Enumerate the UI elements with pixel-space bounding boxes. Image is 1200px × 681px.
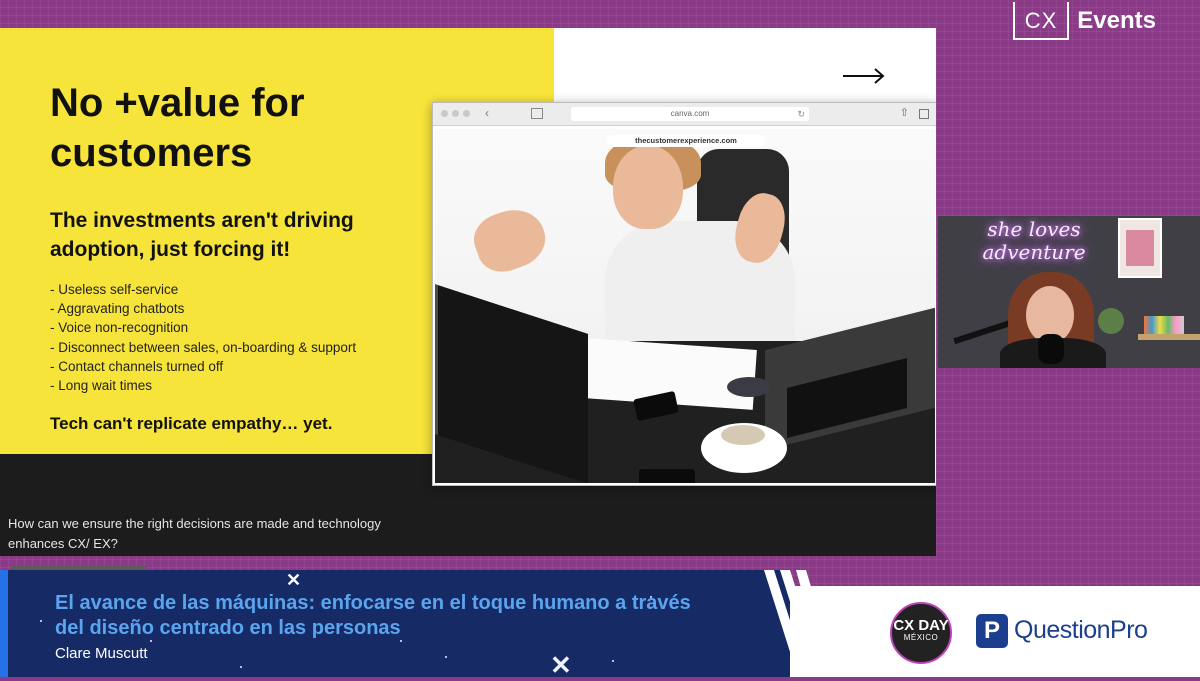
wall-poster [1118, 218, 1162, 278]
questionpro-logo-text: QuestionPro [1014, 616, 1148, 644]
shelf [1138, 334, 1200, 340]
address-bar: canva.com ↻ [571, 107, 809, 121]
slide-tagline: Tech can't replicate empathy… yet. [50, 414, 333, 433]
cx-logo-box: CX [1012, 2, 1070, 40]
cx-events-logo: CX Events [1012, 2, 1156, 40]
microphone-icon [1038, 334, 1064, 364]
questionpro-icon: P [976, 614, 1008, 648]
speaker-name: Clare Muscutt [55, 645, 148, 662]
slide-subtitle: The investments aren't driving adoption,… [50, 209, 354, 261]
reload-icon: ↻ [797, 109, 805, 119]
tabs-icon [919, 109, 929, 119]
stressed-woman-photo [435, 129, 935, 483]
slide-bullet: Voice non-recognition [50, 318, 356, 337]
site-label: thecustomerexperience.com [607, 135, 765, 147]
lower-third-accent [0, 570, 8, 677]
cxday-mexico-logo: CX DAY MÉXICO [890, 602, 952, 664]
slide-bullet: Long wait times [50, 376, 356, 395]
sidebar-icon [531, 108, 543, 119]
presentation-slide: No +value for customers The investments … [0, 28, 936, 556]
address-url: canva.com [670, 109, 710, 118]
slide-title: No +value for customers [50, 81, 305, 175]
share-icon: ⇧ [899, 107, 909, 119]
decor-x-icon: ✕ [550, 650, 572, 680]
window-controls [441, 110, 470, 117]
cxday-line2: MÉXICO [903, 633, 939, 642]
slide-bullet: Disconnect between sales, on-boarding & … [50, 338, 356, 357]
browser-window: ‹ canva.com ↻ ⇧ thecustomerexperience.co… [432, 102, 936, 486]
chevron-left-icon: ‹ [485, 106, 489, 120]
bookshelf-books [1144, 316, 1184, 334]
slide-bullet: Aggravating chatbots [50, 299, 356, 318]
cx-logo-word: Events [1077, 7, 1156, 34]
browser-toolbar: ‹ canva.com ↻ ⇧ [433, 103, 936, 126]
slide-bullet-list: Useless self-service Aggravating chatbot… [50, 280, 357, 395]
slide-question: How can we ensure the right decisions ar… [8, 516, 381, 551]
speaker-webcam: she loves adventure [938, 216, 1200, 368]
slide-bullet: Useless self-service [50, 280, 356, 299]
session-title: El avance de las máquinas: enfocarse en … [55, 592, 691, 639]
arrow-right-icon [843, 68, 885, 84]
slide-bullet: Contact channels turned off [50, 357, 356, 376]
plant [1098, 308, 1124, 334]
cxday-line1: CX DAY [893, 617, 949, 634]
neon-sign: she loves adventure [982, 217, 1086, 264]
close-x-icon: ✕ [286, 570, 302, 590]
